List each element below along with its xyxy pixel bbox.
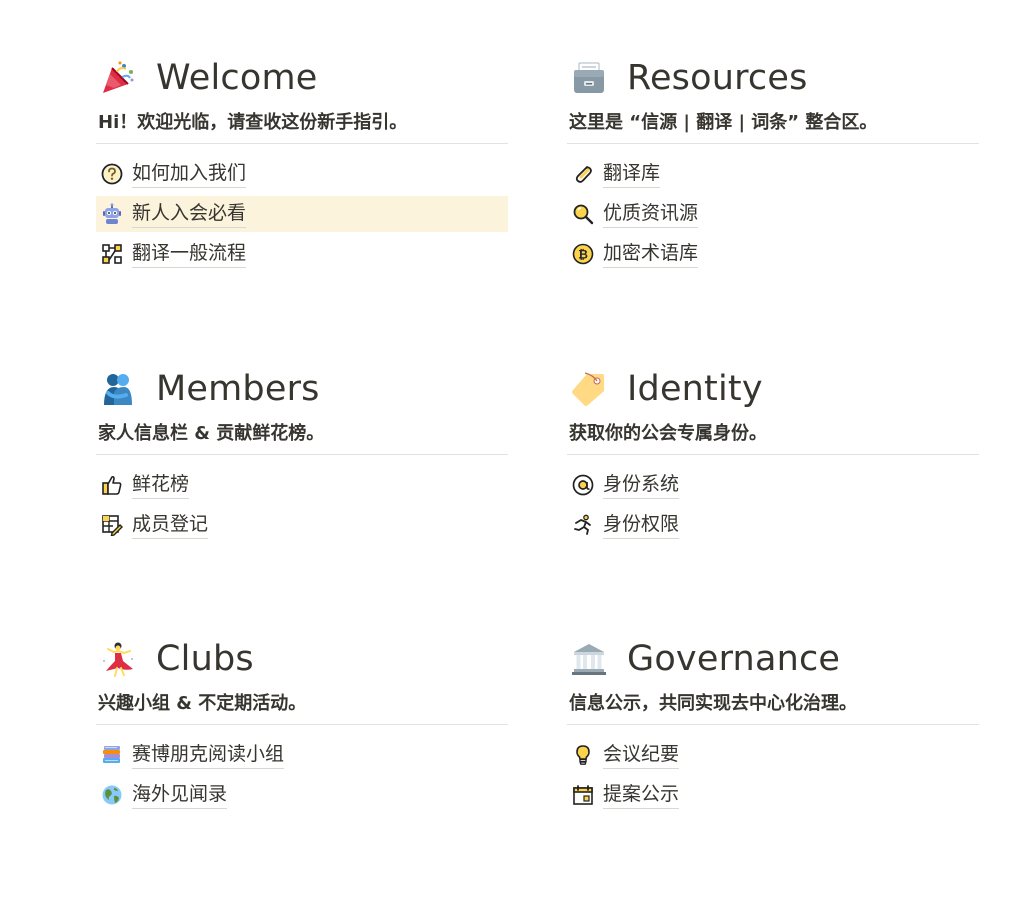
section-header: Governance [567,636,979,682]
link-proposal-announcements[interactable]: 提案公示 [567,777,979,813]
woman-dancing-icon [100,639,140,679]
question-circle-icon [100,162,124,186]
link-list: 翻译库 优质资讯源 ₿ 加密术语库 [567,156,979,272]
party-popper-icon [100,58,140,98]
divider [567,454,979,455]
section-header: Members [96,366,508,412]
section-title: Members [156,369,320,409]
flowchart-icon [100,242,124,266]
link-label[interactable]: 提案公示 [603,781,680,809]
link-label[interactable]: 优质资讯源 [603,200,699,228]
person-running-icon [571,513,595,537]
link-overseas-notes[interactable]: 海外见闻录 [96,777,508,813]
section-description: 获取你的公会专属身份。 [569,423,767,444]
section-governance: Governance 信息公示，共同实现去中心化治理。 会议纪要 提案公示 [567,636,979,817]
link-label[interactable]: 身份系统 [603,471,680,499]
paperclip-icon [571,162,595,186]
section-welcome: Welcome Hi！欢迎光临，请查收这份新手指引。 如何加入我们 新人入会必看… [96,55,508,276]
divider [96,454,508,455]
link-label[interactable]: 翻译一般流程 [132,240,247,268]
section-description: 兴趣小组 & 不定期活动。 [98,693,307,714]
calendar-icon [571,783,595,807]
link-quality-sources[interactable]: 优质资讯源 [567,196,979,232]
globe-icon [100,783,124,807]
link-label[interactable]: 如何加入我们 [132,160,247,188]
link-newcomer-must-read[interactable]: 新人入会必看 [96,196,508,232]
link-label[interactable]: 加密术语库 [603,240,699,268]
magnifier-icon [571,202,595,226]
link-label[interactable]: 海外见闻录 [132,781,228,809]
link-label[interactable]: 赛博朋克阅读小组 [132,741,285,769]
section-description: 这里是 “信源 | 翻译 | 词条” 整合区。 [569,112,878,133]
classical-building-icon [571,639,611,679]
link-identity-permissions[interactable]: 身份权限 [567,507,979,543]
link-label[interactable]: 鲜花榜 [132,471,190,499]
link-label[interactable]: 会议纪要 [603,741,680,769]
section-description: 家人信息栏 & 贡献鲜花榜。 [98,423,325,444]
link-label[interactable]: 新人入会必看 [132,200,247,228]
section-title: Welcome [156,58,318,98]
robot-icon [100,202,124,226]
link-member-registration[interactable]: 成员登记 [96,507,508,543]
link-cyberpunk-reading-group[interactable]: 赛博朋克阅读小组 [96,737,508,773]
link-label[interactable]: 成员登记 [132,511,209,539]
section-resources: Resources 这里是 “信源 | 翻译 | 词条” 整合区。 翻译库 优质… [567,55,979,276]
people-hugging-icon [100,369,140,409]
section-title: Resources [627,58,808,98]
section-header: Identity [567,366,979,412]
link-label[interactable]: 翻译库 [603,160,661,188]
link-flower-board[interactable]: 鲜花榜 [96,467,508,503]
link-how-to-join[interactable]: 如何加入我们 [96,156,508,192]
section-title: Identity [627,369,763,409]
link-meeting-minutes[interactable]: 会议纪要 [567,737,979,773]
svg-text:₿: ₿ [578,248,588,262]
link-translation-library[interactable]: 翻译库 [567,156,979,192]
link-label[interactable]: 身份权限 [603,511,680,539]
table-edit-icon [100,513,124,537]
section-header: Resources [567,55,979,101]
card-file-box-icon [571,58,611,98]
books-icon [100,743,124,767]
section-clubs: Clubs 兴趣小组 & 不定期活动。 赛博朋克阅读小组 海外见闻录 [96,636,508,817]
link-list: 赛博朋克阅读小组 海外见闻录 [96,737,508,813]
section-identity: Identity 获取你的公会专属身份。 身份系统 身份权限 [567,366,979,547]
divider [96,143,508,144]
lightbulb-icon [571,743,595,767]
link-translation-workflow[interactable]: 翻译一般流程 [96,236,508,272]
bitcoin-icon: ₿ [571,242,595,266]
section-title: Clubs [156,639,254,679]
link-identity-system[interactable]: 身份系统 [567,467,979,503]
link-list: 会议纪要 提案公示 [567,737,979,813]
link-list: 身份系统 身份权限 [567,467,979,543]
section-description: 信息公示，共同实现去中心化治理。 [569,693,857,714]
label-tag-icon [571,369,611,409]
section-description: Hi！欢迎光临，请查收这份新手指引。 [98,112,408,133]
section-header: Welcome [96,55,508,101]
link-crypto-glossary[interactable]: ₿ 加密术语库 [567,236,979,272]
link-list: 鲜花榜 成员登记 [96,467,508,543]
thumbs-up-icon [100,473,124,497]
section-header: Clubs [96,636,508,682]
divider [567,143,979,144]
divider [567,724,979,725]
section-title: Governance [627,639,841,679]
divider [96,724,508,725]
link-list: 如何加入我们 新人入会必看 翻译一般流程 [96,156,508,272]
section-members: Members 家人信息栏 & 贡献鲜花榜。 鲜花榜 成员登记 [96,366,508,547]
at-sign-icon [571,473,595,497]
